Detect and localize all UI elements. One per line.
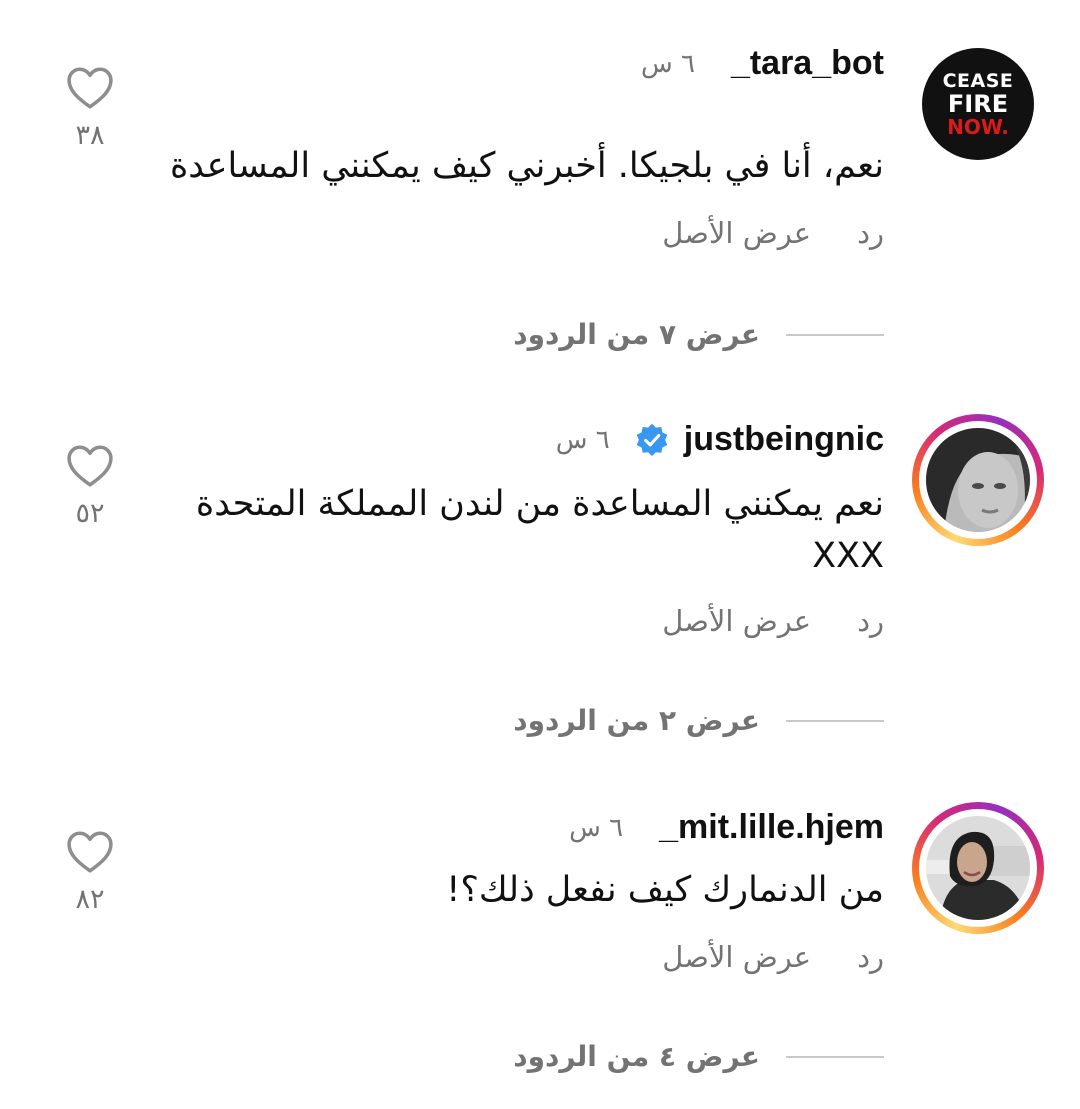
heart-outline-icon	[67, 445, 113, 487]
avatar[interactable]	[912, 414, 1044, 546]
reply-button[interactable]: رد	[857, 216, 884, 250]
like-count: ٣٨	[75, 120, 105, 151]
comment-text: من الدنمارك كيف نفعل ذلك؟!	[446, 866, 884, 914]
like-button[interactable]: ٨٢	[60, 828, 120, 915]
avatar-logo-text: FIRE	[947, 89, 1009, 118]
username[interactable]: _mit.lille.hjem	[659, 808, 884, 847]
comment-actions: رد عرض الأصل	[662, 216, 884, 250]
comment-text-line: XXX	[812, 536, 884, 576]
avatar-logo-text: CEASE	[942, 69, 1014, 92]
heart-outline-icon	[67, 831, 113, 873]
see-original-button[interactable]: عرض الأصل	[662, 604, 811, 638]
timestamp: ٦ س	[555, 424, 610, 455]
view-replies-label: عرض ٢ من الردود	[513, 704, 760, 737]
like-button[interactable]: ٥٢	[60, 442, 120, 529]
username[interactable]: _tara_bot	[731, 44, 884, 83]
replies-divider	[786, 719, 884, 722]
view-replies-button[interactable]: عرض ٤ من الردود	[513, 1040, 884, 1073]
view-replies-button[interactable]: عرض ٢ من الردود	[513, 704, 884, 737]
comment-actions: رد عرض الأصل	[662, 604, 884, 638]
avatar[interactable]	[912, 802, 1044, 934]
view-replies-label: عرض ٤ من الردود	[513, 1040, 760, 1073]
comment-text-line: نعم يمكنني المساعدة من لندن المملكة المت…	[195, 484, 884, 524]
heart-outline-icon	[67, 67, 113, 109]
replies-divider	[786, 1055, 884, 1058]
avatar-photo	[926, 816, 1030, 920]
like-button[interactable]: ٣٨	[60, 64, 120, 151]
timestamp: ٦ س	[640, 48, 695, 79]
avatar-logo-text: NOW.	[947, 114, 1009, 139]
comment-header: _mit.lille.hjem ٦ س	[569, 808, 884, 847]
comment-header: _tara_bot ٦ س	[641, 44, 884, 83]
like-count: ٨٢	[75, 884, 105, 915]
avatar[interactable]: CEASE FIRE NOW.	[922, 48, 1034, 160]
username[interactable]: justbeingnic	[684, 420, 884, 459]
avatar-photo	[926, 428, 1030, 532]
comment-header: justbeingnic ٦ س	[556, 420, 884, 459]
view-replies-button[interactable]: عرض ٧ من الردود	[513, 318, 884, 351]
comment-text-line: نعم، أنا في بلجيكا. أخبرني كيف يمكنني ال…	[169, 146, 884, 186]
see-original-button[interactable]: عرض الأصل	[662, 216, 811, 250]
comment-text: نعم يمكنني المساعدة من لندن المملكة المت…	[196, 480, 884, 580]
timestamp: ٦ س	[569, 812, 624, 843]
verified-badge-icon	[636, 423, 668, 456]
replies-divider	[786, 333, 884, 336]
view-replies-label: عرض ٧ من الردود	[513, 318, 760, 351]
comment-text: نعم، أنا في بلجيكا. أخبرني كيف يمكنني ال…	[170, 142, 884, 190]
comment-text-line: من الدنمارك كيف نفعل ذلك؟!	[446, 870, 884, 910]
reply-button[interactable]: رد	[857, 940, 884, 974]
reply-button[interactable]: رد	[857, 604, 884, 638]
comment-actions: رد عرض الأصل	[662, 940, 884, 974]
see-original-button[interactable]: عرض الأصل	[662, 940, 811, 974]
like-count: ٥٢	[75, 498, 105, 529]
